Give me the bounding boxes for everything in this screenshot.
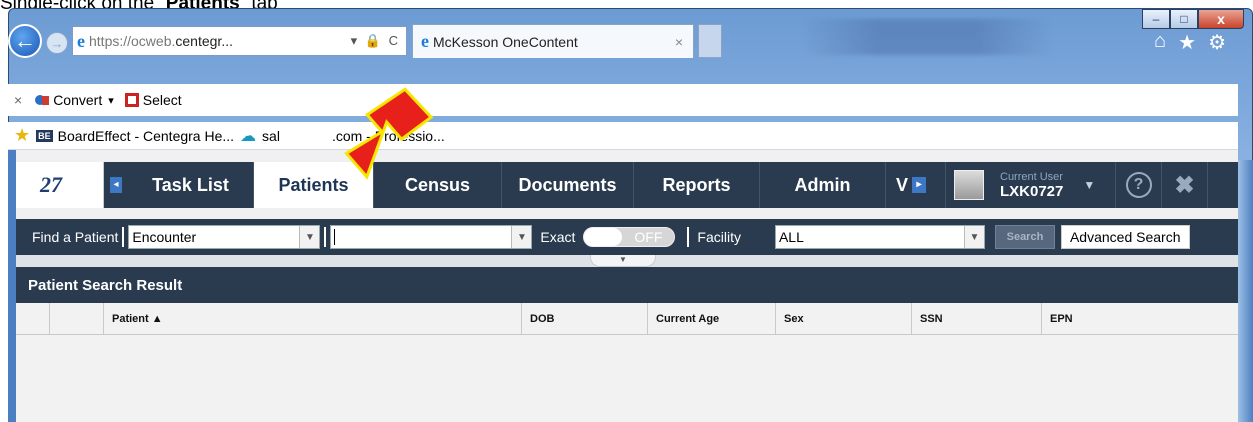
find-patient-label: Find a Patient xyxy=(32,229,119,245)
column-icon[interactable] xyxy=(50,303,104,335)
column-ssn[interactable]: SSN xyxy=(912,303,1042,335)
tab-v-truncated[interactable]: V ▸ xyxy=(886,162,946,208)
tab-ie-icon: e xyxy=(421,31,429,51)
new-tab-button[interactable] xyxy=(698,24,722,58)
tab-task-list[interactable]: Task List xyxy=(128,162,254,208)
chevron-right-icon[interactable]: ▸ xyxy=(912,177,927,193)
convert-button[interactable]: Convert xyxy=(53,92,102,108)
column-select[interactable] xyxy=(16,303,50,335)
facility-label: Facility xyxy=(697,229,741,245)
help-button[interactable]: ? xyxy=(1116,162,1162,208)
search-type-select[interactable]: Encounter ▼ xyxy=(128,225,321,249)
browser-tab[interactable]: e McKesson OneContent × xyxy=(412,24,694,58)
window-left-edge xyxy=(8,150,16,422)
current-user-menu[interactable]: Current User LXK0727 ▼ xyxy=(946,162,1116,208)
convert-icon xyxy=(35,95,50,105)
column-epn[interactable]: EPN xyxy=(1042,303,1238,335)
results-title: Patient Search Result xyxy=(28,276,183,294)
close-app-button[interactable]: ✖ xyxy=(1162,162,1208,208)
column-patient[interactable]: Patient ▲ xyxy=(104,303,522,335)
tab-reports[interactable]: Reports xyxy=(634,162,760,208)
home-icon[interactable]: ⌂ xyxy=(1154,30,1166,55)
results-header: Patient Search Result xyxy=(16,267,1238,303)
chevron-down-icon[interactable]: ▼ xyxy=(299,226,320,248)
tab-close-icon[interactable]: × xyxy=(675,34,683,50)
gear-icon[interactable]: ⚙ xyxy=(1208,30,1226,55)
chevron-down-icon[interactable]: ▼ xyxy=(963,226,984,248)
ie-icon: e xyxy=(77,30,85,51)
current-user-label: Current User xyxy=(1000,170,1063,183)
forward-arrow-icon: → xyxy=(50,35,64,51)
search-button[interactable]: Search xyxy=(994,225,1055,249)
favorites-star-icon[interactable]: ★ xyxy=(14,125,30,146)
patient-search-bar: Find a Patient Encounter ▼ ▼ Exact OFF F… xyxy=(16,219,1238,255)
chevron-down-icon[interactable]: ▼ xyxy=(1083,178,1095,192)
browser-nav-row: ← → e https://ocweb. centegr... ▾ 🔒 C e M… xyxy=(8,22,1238,62)
address-bar[interactable]: e https://ocweb. centegr... ▾ 🔒 C xyxy=(72,26,407,56)
search-type-value: Encounter xyxy=(132,229,197,245)
tab-documents[interactable]: Documents xyxy=(502,162,634,208)
annotation-arrow-icon xyxy=(344,87,434,180)
app-logo[interactable]: 27 xyxy=(16,162,104,208)
current-user-id: LXK0727 xyxy=(1000,182,1064,200)
facility-select[interactable]: ALL ▼ xyxy=(774,225,985,249)
window-right-edge xyxy=(1238,160,1253,422)
tab-v-label: V xyxy=(896,174,909,195)
exact-label: Exact xyxy=(540,229,576,245)
facility-value: ALL xyxy=(778,229,804,245)
column-sex[interactable]: Sex xyxy=(776,303,912,335)
separator xyxy=(324,227,327,247)
nav-scroll-left[interactable]: ◂ xyxy=(104,162,128,208)
collapse-handle[interactable]: ▼ xyxy=(590,255,656,267)
user-text: Current User LXK0727 xyxy=(1000,171,1063,200)
results-grid-body xyxy=(16,335,1238,422)
salesforce-cloud-icon: ☁ xyxy=(240,127,257,145)
toggle-knob xyxy=(584,228,623,246)
address-protocol: https://ocweb. xyxy=(89,33,176,49)
forward-button[interactable]: → xyxy=(46,32,68,54)
app-navbar: 27 ◂ Task List Patients Census Documents… xyxy=(16,162,1238,208)
tab-admin[interactable]: Admin xyxy=(760,162,886,208)
chevron-down-icon[interactable]: ▼ xyxy=(511,226,532,248)
column-current-age[interactable]: Current Age xyxy=(648,303,776,335)
convert-dropdown-caret[interactable]: ▾ xyxy=(108,94,114,107)
tab-title: McKesson OneContent xyxy=(433,33,578,50)
exact-toggle[interactable]: OFF xyxy=(583,227,676,247)
back-button[interactable]: ← xyxy=(8,24,42,58)
favorites-star-icon[interactable]: ★ xyxy=(1178,30,1196,55)
address-host: centegr... xyxy=(175,33,233,49)
chevron-left-icon: ◂ xyxy=(110,177,122,193)
help-icon: ? xyxy=(1125,172,1152,198)
favorite-salesforce-prefix[interactable]: sal xyxy=(262,128,280,144)
text-cursor xyxy=(334,229,336,245)
favorites-bar: ★ BE BoardEffect - Centegra He... ☁ sal.… xyxy=(8,122,1238,150)
search-input[interactable]: ▼ xyxy=(330,225,533,249)
logo-mark: 27 xyxy=(40,172,62,197)
column-dob[interactable]: DOB xyxy=(522,303,648,335)
close-icon: ✖ xyxy=(1174,171,1195,199)
back-arrow-icon: ← xyxy=(14,28,36,53)
command-bar-close-icon[interactable]: × xyxy=(14,92,22,108)
favorite-boardeffect[interactable]: BoardEffect - Centegra He... xyxy=(58,128,234,144)
results-column-headers: Patient ▲ DOB Current Age Sex SSN EPN xyxy=(16,303,1238,335)
screenshot-root: Single-click on the “Patients” tab – □ x… xyxy=(0,0,1253,422)
address-actions[interactable]: ▾ 🔒 C xyxy=(351,33,400,49)
separator xyxy=(687,227,690,247)
advanced-search-button[interactable]: Advanced Search xyxy=(1060,225,1190,249)
avatar xyxy=(954,170,984,200)
select-button[interactable]: Select xyxy=(143,92,182,108)
toggle-state: OFF xyxy=(634,229,663,245)
command-bar: × Convert ▾ Select xyxy=(8,84,1238,116)
boardeffect-icon: BE xyxy=(36,129,53,142)
select-icon xyxy=(124,93,139,107)
separator xyxy=(122,227,125,247)
browser-tools: ⌂ ★ ⚙ xyxy=(1154,30,1226,55)
